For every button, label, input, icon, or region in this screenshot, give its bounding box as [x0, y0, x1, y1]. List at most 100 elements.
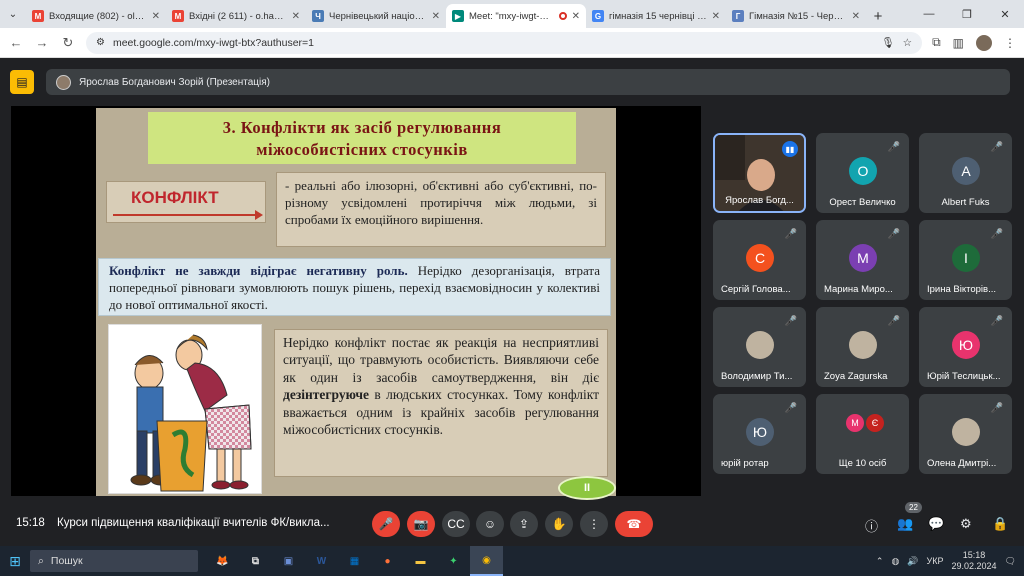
tray-lang[interactable]: УКР: [927, 556, 944, 566]
mic-muted-icon: 🎤: [887, 228, 901, 240]
main-text-bold: дезінтегруюче: [283, 387, 370, 403]
windows-taskbar: ⊞ ⌕ Пошук 🦊 ⧉ ▣ W ▦ ● ▬ ✦ ◉ ⌃ ◍ 🔊 УКР 15…: [0, 546, 1024, 576]
browser-tab[interactable]: Г Гімназія №15 - Чернівецьк ✕: [726, 4, 866, 28]
participant-tile[interactable]: О 🎤 Орест Величко: [816, 133, 909, 213]
site-info-icon[interactable]: ⚙: [96, 37, 105, 48]
tray-clock[interactable]: 15:18 29.02.2024: [952, 550, 997, 572]
windows-start-icon[interactable]: ⊞: [0, 546, 30, 576]
close-tab-icon[interactable]: ✕: [432, 11, 440, 22]
speaking-icon: ▮▮: [782, 141, 798, 157]
url-text[interactable]: meet.google.com/mxy-iwgt-btx?authuser=1: [113, 37, 873, 49]
back-icon[interactable]: ←: [8, 35, 24, 50]
new-tab-button[interactable]: +: [866, 4, 890, 28]
tray-chevron-icon[interactable]: ⌃: [876, 556, 884, 567]
mic-icon[interactable]: 🎙: [881, 36, 894, 49]
restore-icon[interactable]: ❐: [948, 0, 986, 28]
camera-off-button[interactable]: 📷: [407, 511, 435, 537]
close-tab-icon[interactable]: ✕: [852, 11, 860, 22]
participant-avatar: A: [952, 157, 980, 185]
tab-search-icon[interactable]: ⌄: [0, 0, 26, 28]
participant-tile[interactable]: ▮▮ Ярослав Богд...: [713, 133, 806, 213]
browser-toolbar: ← → ↻ ⚙ meet.google.com/mxy-iwgt-btx?aut…: [0, 28, 1024, 58]
participant-tile[interactable]: A 🎤 Albert Fuks: [919, 133, 1012, 213]
forward-icon[interactable]: →: [34, 35, 50, 50]
participant-name: Ірина Вікторів...: [927, 284, 996, 295]
captions-button[interactable]: CC: [442, 511, 470, 537]
activities-icon[interactable]: ⚙: [960, 516, 972, 532]
address-bar[interactable]: ⚙ meet.google.com/mxy-iwgt-btx?authuser=…: [86, 31, 923, 54]
presentation-icon[interactable]: ▤: [10, 70, 34, 94]
menu-icon[interactable]: ⋮: [1004, 36, 1016, 50]
close-tab-icon[interactable]: ✕: [152, 11, 160, 22]
end-call-button[interactable]: ☎: [615, 511, 653, 537]
host-controls-icon[interactable]: 🔒: [992, 516, 1008, 532]
meet-controls: 15:18 Курси підвищення кваліфікації вчит…: [0, 502, 1024, 544]
taskbar-search-placeholder: Пошук: [50, 555, 83, 567]
mic-off-button[interactable]: 🎤: [372, 511, 400, 537]
browser-tab[interactable]: Gгімназія 15 чернівці - Пош ✕: [586, 4, 726, 28]
meeting-clock: 15:18: [16, 517, 45, 529]
mic-muted-icon: 🎤: [887, 141, 901, 153]
widgets-icon[interactable]: 🦊: [206, 546, 239, 576]
tray-volume-icon[interactable]: 🔊: [907, 556, 918, 567]
close-tab-icon[interactable]: ✕: [712, 11, 720, 22]
firefox-icon[interactable]: ●: [371, 546, 404, 576]
participant-photo: [746, 331, 774, 359]
participant-tile[interactable]: Ю 🎤 Юрій Теслицьк...: [919, 307, 1012, 387]
folder-icon[interactable]: ▬: [404, 546, 437, 576]
participant-tile[interactable]: 🎤 Zoya Zagurska: [816, 307, 909, 387]
chrome-icon[interactable]: ◉: [470, 546, 503, 576]
notification-icon[interactable]: 🗨: [1005, 556, 1016, 567]
browser-tab[interactable]: Ч Чернівецький національ... ✕: [306, 4, 446, 28]
tray-network-icon[interactable]: ◍: [891, 556, 899, 567]
participant-tile[interactable]: 🎤 Олена Дмитрі...: [919, 394, 1012, 474]
extensions-icon[interactable]: ⧉: [932, 35, 941, 50]
keyword-text: КОНФЛІКТ: [131, 188, 219, 207]
info-icon[interactable]: ⓘ: [865, 516, 878, 535]
chat-icon[interactable]: 💬: [928, 516, 944, 532]
participant-name: Володимир Ти...: [721, 371, 793, 382]
sidepanel-icon[interactable]: ▥: [953, 36, 964, 50]
profile-avatar[interactable]: [976, 34, 992, 51]
participant-tile[interactable]: Ю 🎤 юрій ротар: [713, 394, 806, 474]
close-window-icon[interactable]: ✕: [986, 0, 1024, 28]
presenter-chip[interactable]: Ярослав Богданович Зорій (Презентація): [46, 69, 1010, 95]
task-view-icon[interactable]: ⧉: [239, 546, 272, 576]
more-options-button[interactable]: ⋮: [580, 511, 608, 537]
participant-avatar: М: [849, 244, 877, 272]
app-icon[interactable]: ✦: [437, 546, 470, 576]
definition-box: - реальні або ілюзорні, об'єктивні або с…: [276, 172, 606, 247]
slide-nav-button[interactable]: II: [558, 476, 616, 500]
browser-tab[interactable]: ▶ Meet: "mxy-iwgt-btx" ✕: [446, 4, 586, 28]
participant-tile[interactable]: І 🎤 Ірина Вікторів...: [919, 220, 1012, 300]
explorer-icon[interactable]: ▣: [272, 546, 305, 576]
participant-tile[interactable]: М Є Ще 10 осіб: [816, 394, 909, 474]
google-icon: G: [592, 10, 604, 22]
raise-hand-button[interactable]: ✋: [545, 511, 573, 537]
bookmark-star-icon[interactable]: ☆: [903, 37, 912, 49]
reload-icon[interactable]: ↻: [60, 35, 76, 51]
present-screen-button[interactable]: ⇪: [510, 511, 538, 537]
participant-name: Ще 10 осіб: [838, 458, 887, 469]
tab-title: Чернівецький національ...: [329, 10, 427, 22]
minimize-icon[interactable]: —: [910, 0, 948, 28]
presentation-stage: 3. Конфлікти як засіб регулювання міжосо…: [11, 106, 701, 500]
browser-tab[interactable]: M Входящие (802) - olena.hc ✕: [26, 4, 166, 28]
word-icon[interactable]: W: [305, 546, 338, 576]
browser-tab[interactable]: M Вхідні (2 611) - o.hauriak@ ✕: [166, 4, 306, 28]
store-icon[interactable]: ▦: [338, 546, 371, 576]
site-icon: Ч: [312, 10, 324, 22]
system-tray: ⌃ ◍ 🔊 УКР 15:18 29.02.2024 🗨: [876, 550, 1024, 572]
taskbar-search[interactable]: ⌕ Пошук: [30, 550, 198, 572]
participant-tile[interactable]: С 🎤 Сергій Голова...: [713, 220, 806, 300]
participant-tile[interactable]: М 🎤 Марина Миро...: [816, 220, 909, 300]
participant-avatar: С: [746, 244, 774, 272]
emoji-button[interactable]: ☺: [476, 511, 504, 537]
participant-tile[interactable]: 🎤 Володимир Ти...: [713, 307, 806, 387]
people-icon[interactable]: 👥: [897, 516, 913, 532]
gmail-icon: M: [172, 10, 184, 22]
close-tab-icon[interactable]: ✕: [292, 11, 300, 22]
participant-avatar: О: [849, 157, 877, 185]
close-tab-icon[interactable]: ✕: [572, 11, 580, 22]
conflict-cartoon-image: [108, 324, 262, 494]
